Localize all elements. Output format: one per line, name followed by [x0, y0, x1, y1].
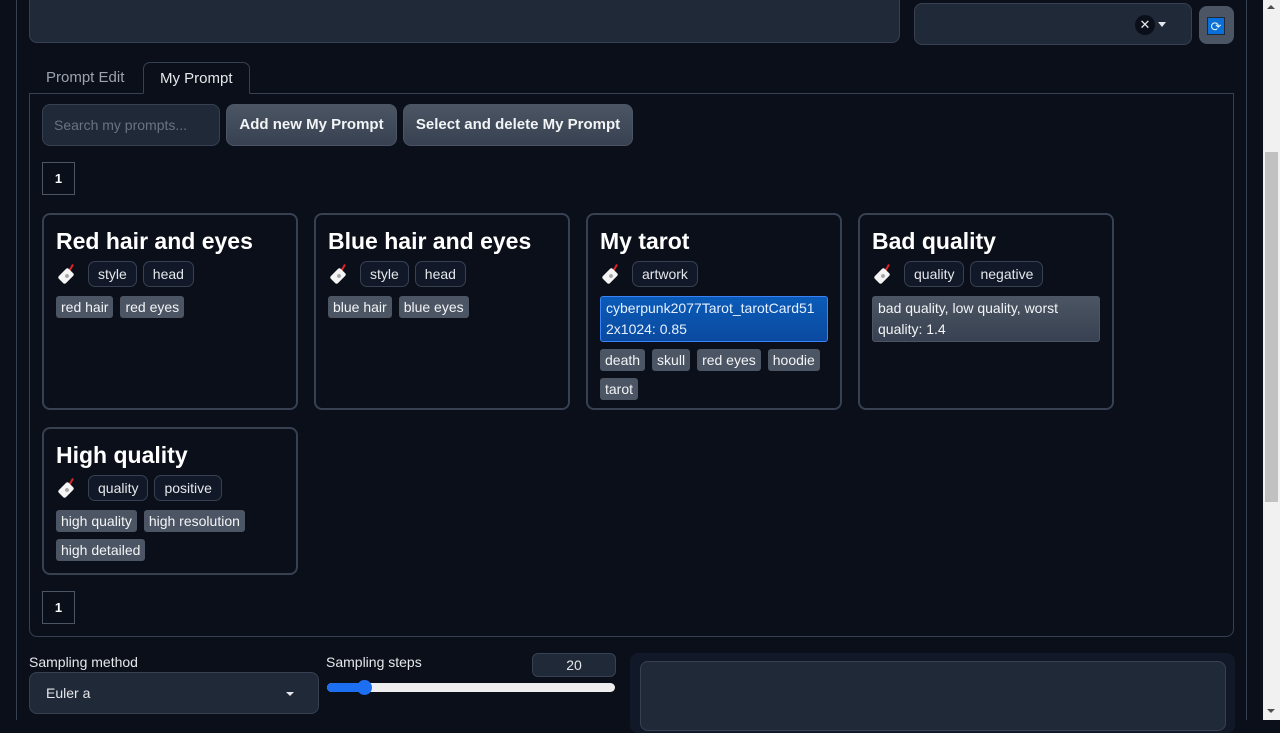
tab-my-prompt[interactable]: My Prompt [143, 62, 250, 94]
chevron-down-icon [286, 692, 294, 696]
prompt-word: red hair [56, 296, 114, 318]
card-title: High quality [56, 442, 188, 468]
category-chip: artwork [632, 261, 698, 287]
category-chip: quality [904, 261, 965, 287]
card-title: My tarot [600, 228, 690, 254]
settings-panel [630, 653, 1235, 733]
category-chip: head [414, 261, 466, 287]
search-input[interactable] [42, 104, 220, 146]
prompt-word: high quality [56, 510, 137, 532]
card-title: Blue hair and eyes [328, 228, 532, 254]
chevron-down-icon[interactable] [1158, 22, 1166, 27]
prompt-card[interactable]: Red hair and eyes style head red hair re… [42, 213, 298, 410]
settings-field[interactable] [640, 661, 1226, 731]
sampling-steps-label: Sampling steps [326, 654, 422, 670]
delete-prompt-button[interactable]: Select and delete My Prompt [403, 104, 633, 146]
category-chip: style [360, 261, 409, 287]
pagination-page-button[interactable]: 1 [42, 162, 75, 195]
scrollbar[interactable] [1263, 0, 1280, 720]
category-chip: positive [154, 475, 222, 501]
tag-icon [56, 477, 78, 499]
category-chip: style [88, 261, 137, 287]
category-chip: quality [88, 475, 149, 501]
pagination-page-button[interactable]: 1 [42, 591, 75, 624]
tag-icon [328, 263, 350, 285]
prompt-word: tarot [600, 378, 639, 400]
tag-icon [56, 263, 78, 285]
add-prompt-button[interactable]: Add new My Prompt [226, 104, 397, 146]
tag-icon [872, 263, 894, 285]
weighted-prompt-word: bad quality, low quality, worst quality:… [872, 296, 1100, 342]
prompt-word: skull [652, 349, 691, 371]
category-chip: head [142, 261, 194, 287]
prompt-word: blue eyes [398, 296, 469, 318]
refresh-icon: ⟳ [1207, 17, 1225, 35]
lora-word: cyberpunk2077Tarot_tarotCard512x1024: 0.… [600, 296, 828, 342]
prompt-word: red eyes [697, 349, 761, 371]
prompt-card[interactable]: Bad quality quality negative bad quality… [858, 213, 1114, 410]
prompt-word: high resolution [143, 510, 245, 532]
prompt-card[interactable]: Blue hair and eyes style head blue hair … [314, 213, 570, 410]
sampling-steps-slider[interactable] [327, 680, 615, 695]
tag-icon [600, 263, 622, 285]
prompt-word: hoodie [767, 349, 820, 371]
prompt-textarea[interactable] [29, 0, 900, 43]
page: ✕ ⟳ Prompt Edit My Prompt Add new My Pro… [0, 0, 1263, 733]
prompt-word: high detailed [56, 539, 146, 561]
scrollbar-thumb[interactable] [1265, 152, 1278, 502]
scroll-down-icon[interactable] [1267, 709, 1275, 713]
tab-prompt-edit[interactable]: Prompt Edit [30, 62, 140, 94]
prompt-word: red eyes [120, 296, 185, 318]
divider [16, 0, 17, 720]
prompt-word: death [600, 349, 646, 371]
divider [1246, 0, 1247, 720]
slider-thumb[interactable] [356, 680, 372, 695]
close-icon[interactable]: ✕ [1135, 15, 1155, 35]
category-chip: negative [970, 261, 1044, 287]
prompt-card[interactable]: My tarot artwork cyberpunk2077Tarot_taro… [586, 213, 842, 410]
sampling-steps-input[interactable]: 20 [532, 653, 616, 677]
prompt-word: blue hair [328, 296, 392, 318]
card-title: Red hair and eyes [56, 228, 253, 254]
sampling-method-value: Euler a [46, 685, 91, 701]
sampling-method-select[interactable]: Euler a [29, 672, 319, 714]
card-title: Bad quality [872, 228, 996, 254]
refresh-button[interactable]: ⟳ [1199, 6, 1234, 44]
prompt-card[interactable]: High quality quality positive high quali… [42, 427, 298, 575]
scroll-up-icon[interactable] [1267, 5, 1275, 9]
sampling-method-label: Sampling method [29, 654, 138, 670]
